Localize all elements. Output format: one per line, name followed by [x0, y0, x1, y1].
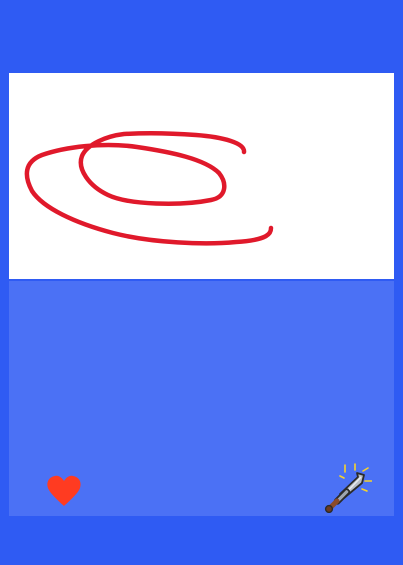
sword-button[interactable] [316, 463, 372, 513]
drawing-canvas[interactable] [9, 73, 394, 279]
app-screen [0, 0, 403, 565]
heart-shape [47, 475, 81, 506]
action-panel [9, 281, 394, 516]
drawing-svg [24, 131, 274, 246]
heart-icon [47, 475, 81, 506]
sword-pommel [324, 504, 334, 513]
drawn-stroke [24, 131, 274, 246]
heart-button[interactable] [45, 474, 83, 508]
sword-icon [324, 463, 372, 513]
